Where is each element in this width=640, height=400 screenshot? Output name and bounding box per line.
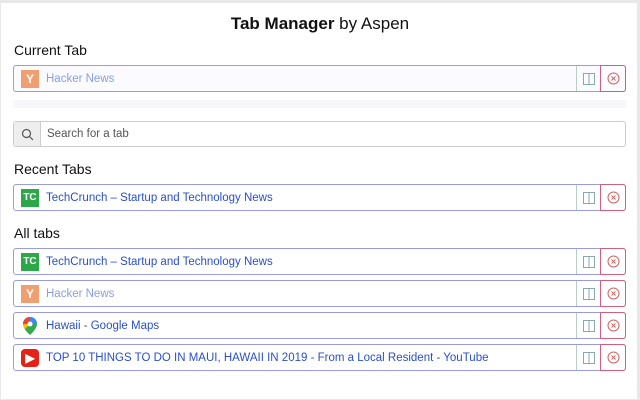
split-icon	[583, 192, 595, 204]
tab-title[interactable]: Hawaii - Google Maps	[46, 320, 576, 332]
tab-title[interactable]: Hacker News	[46, 73, 576, 85]
split-icon	[583, 320, 595, 332]
google-maps-icon	[21, 317, 39, 335]
all-tabs-heading: All tabs	[14, 225, 60, 241]
close-tab-button[interactable]	[600, 184, 626, 211]
search-box[interactable]	[13, 121, 626, 147]
split-view-button[interactable]	[576, 281, 600, 306]
techcrunch-icon: TC	[21, 253, 39, 271]
close-tab-button[interactable]	[600, 280, 626, 307]
split-icon	[583, 256, 595, 268]
tab-title[interactable]: TOP 10 THINGS TO DO IN MAUI, HAWAII IN 2…	[46, 352, 576, 364]
tab-row[interactable]: Hawaii - Google Maps	[13, 312, 626, 339]
tab-row[interactable]: Y Hacker News	[13, 65, 626, 92]
search-input[interactable]	[41, 127, 625, 141]
close-tab-button[interactable]	[600, 312, 626, 339]
close-icon	[607, 72, 620, 85]
split-view-button[interactable]	[576, 185, 600, 210]
divider	[13, 100, 626, 108]
tab-title[interactable]: TechCrunch – Startup and Technology News	[46, 192, 576, 204]
split-view-button[interactable]	[576, 313, 600, 338]
page-title: Tab Manager by Aspen	[0, 14, 640, 34]
split-icon	[583, 352, 595, 364]
close-icon	[607, 255, 620, 268]
split-view-button[interactable]	[576, 66, 600, 91]
tab-row[interactable]: TC TechCrunch – Startup and Technology N…	[13, 184, 626, 211]
tab-row[interactable]: Y Hacker News	[13, 280, 626, 307]
hacker-news-icon: Y	[21, 70, 39, 88]
tab-title[interactable]: TechCrunch – Startup and Technology News	[46, 256, 576, 268]
recent-tabs-heading: Recent Tabs	[14, 161, 92, 177]
close-tab-button[interactable]	[600, 248, 626, 275]
close-icon	[607, 319, 620, 332]
search-icon	[14, 122, 41, 146]
tab-title[interactable]: Hacker News	[46, 288, 576, 300]
tab-row[interactable]: TC TechCrunch – Startup and Technology N…	[13, 248, 626, 275]
techcrunch-icon: TC	[21, 189, 39, 207]
tab-row[interactable]: ▶ TOP 10 THINGS TO DO IN MAUI, HAWAII IN…	[13, 344, 626, 371]
split-view-button[interactable]	[576, 345, 600, 370]
split-icon	[583, 288, 595, 300]
close-tab-button[interactable]	[600, 65, 626, 92]
current-tab-heading: Current Tab	[14, 42, 87, 58]
close-tab-button[interactable]	[600, 344, 626, 371]
youtube-icon: ▶	[21, 349, 39, 367]
close-icon	[607, 191, 620, 204]
close-icon	[607, 287, 620, 300]
split-icon	[583, 73, 595, 85]
split-view-button[interactable]	[576, 249, 600, 274]
hacker-news-icon: Y	[21, 285, 39, 303]
close-icon	[607, 351, 620, 364]
